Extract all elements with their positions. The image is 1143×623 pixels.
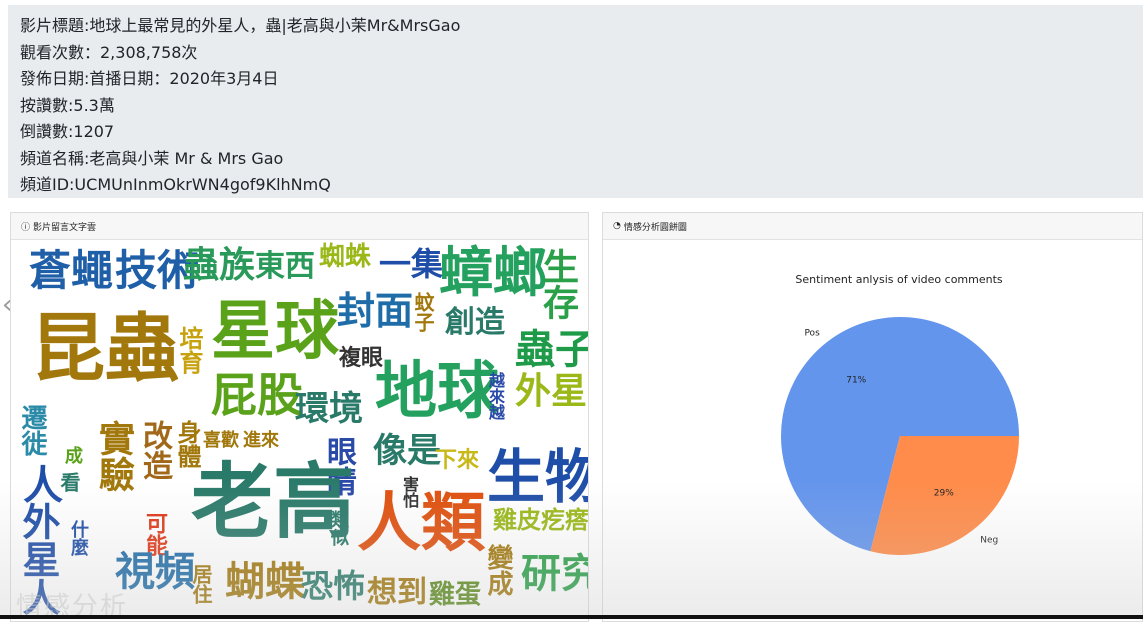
word: 蚊子 (411, 292, 435, 332)
word: 什麼 (68, 520, 89, 556)
pie-percent-pos: 71% (846, 376, 866, 386)
word: 蟲族 (183, 245, 256, 286)
channel-id: 頻道ID:UCMUnInmOkrWN4gof9KlhNmQ (20, 175, 331, 194)
sentiment-panel-header: ◔ 情感分析圓餅圖 (603, 213, 1142, 240)
word: 雞皮疙瘩 (493, 506, 588, 534)
pie-chart-icon: ◔ (613, 221, 621, 231)
word: 蜘蛛 (319, 242, 372, 272)
wordcloud-panel-header: ⓘ 影片留言文字雲 (11, 213, 588, 240)
pie-slices: Pos 71% Neg 29% (781, 317, 1019, 555)
view-count: 觀看次數：2,308,758次 (20, 42, 198, 62)
word: 一集 (379, 245, 444, 283)
publish-date: 發佈日期:首播日期：2020年3月4日 (20, 69, 279, 88)
word: 類似 (328, 510, 349, 546)
word: 成 (62, 446, 83, 464)
word: 創造 (445, 305, 505, 340)
wordcloud: 蒼蠅 技術 蟲族 東西 蜘蛛 一集 蟑螂 生存 昆蟲 星球 封面 蚊子 創造 培… (11, 240, 588, 620)
word: 人類 (357, 487, 485, 561)
word: 培育 (175, 326, 203, 374)
word: 生物 (487, 443, 588, 511)
word: 研究 (521, 551, 588, 597)
word: 環境 (295, 389, 363, 429)
pie-label-neg: Neg (980, 535, 998, 545)
word: 實驗 (93, 420, 134, 492)
word: 外星 (515, 371, 588, 412)
channel-name: 頻道名稱:老高與小茉 Mr & Mrs Gao (20, 148, 284, 168)
word: 看 (57, 472, 81, 492)
word: 雞蛋 (429, 580, 482, 610)
info-circle-icon: ⓘ (21, 222, 31, 233)
word: 想到 (367, 575, 427, 610)
word: 人 (16, 464, 62, 504)
word: 變成 (483, 544, 513, 596)
word: 蟲子 (515, 327, 588, 373)
word: 昆蟲 (31, 306, 179, 392)
word: 星球 (211, 295, 339, 369)
chart-title: Sentiment anlysis of video comments (795, 273, 1003, 286)
like-count: 按讚數:5.3萬 (20, 95, 115, 115)
wordcloud-panel: ⓘ 影片留言文字雲 蒼蠅 技術 蟲族 東西 蜘蛛 一集 蟑螂 生存 昆蟲 星球 … (10, 212, 589, 622)
sentiment-panel-title: 情感分析圓餅圖 (623, 222, 687, 233)
word: 蟑螂 (439, 241, 547, 304)
word: 蒼蠅 (29, 246, 114, 295)
word: 恐怖 (301, 567, 366, 605)
word: 像是 (373, 431, 441, 471)
word: 居住 (189, 564, 213, 604)
sentiment-pie-chart: Sentiment anlysis of video comments Pos 7… (781, 273, 1019, 555)
word: 封面 (337, 289, 414, 333)
word: 喜歡 (203, 430, 239, 451)
video-bottom-bar (0, 615, 1143, 619)
word: 屁股 (211, 368, 303, 422)
wordcloud-panel-title: 影片留言文字雲 (33, 222, 97, 233)
video-title: 影片標題:地球上最常見的外星人，蟲|老高與小茉Mr&MrsGao (20, 16, 461, 35)
sentiment-panel: ◔ 情感分析圓餅圖 Sentiment anlysis of video com… (602, 212, 1143, 622)
word: 蝴蝶 (225, 559, 305, 605)
word: 東西 (255, 249, 315, 284)
dislike-count: 倒讚數:1207 (20, 122, 115, 141)
chevron-left-icon[interactable]: ‹ (2, 290, 12, 320)
word: 生存 (537, 248, 578, 320)
pie-label-pos: Pos (804, 329, 820, 339)
pie-percent-neg: 29% (934, 488, 954, 498)
word: 進來 (243, 430, 279, 451)
word: 下來 (435, 448, 480, 473)
word: 地球 (375, 354, 500, 427)
word: 改造 (137, 420, 172, 480)
video-info-card: 影片標題:地球上最常見的外星人，蟲|老高與小茉Mr&MrsGao 觀看次數：2,… (8, 5, 1143, 198)
word: 遷徙 (17, 404, 47, 456)
word: 越來越 (486, 372, 505, 420)
